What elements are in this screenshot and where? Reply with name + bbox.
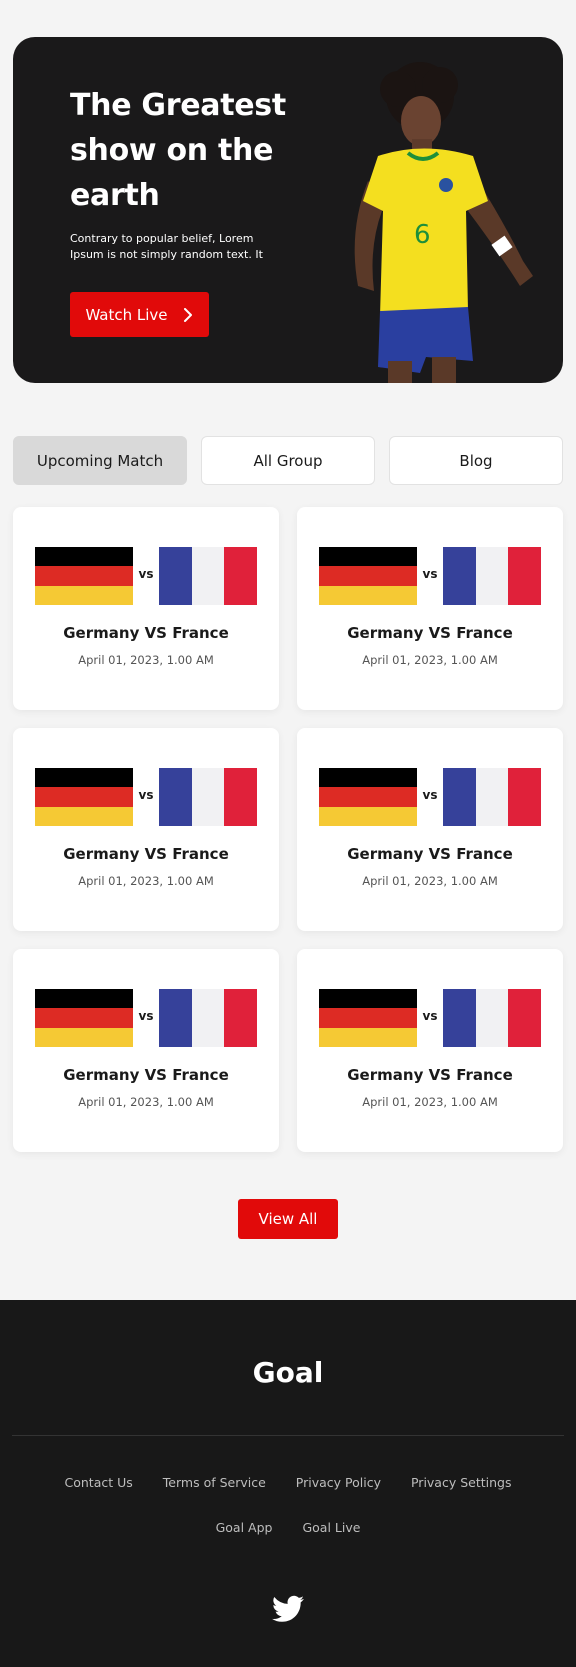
match-title: Germany VS France [347, 624, 513, 642]
footer-links: Contact Us Terms of Service Privacy Poli… [0, 1475, 576, 1565]
match-card[interactable]: vs Germany VS France April 01, 2023, 1.0… [13, 507, 279, 710]
footer-link-goal-live[interactable]: Goal Live [302, 1520, 360, 1535]
match-date: April 01, 2023, 1.00 AM [362, 1095, 498, 1109]
vs-label: vs [422, 567, 438, 581]
germany-flag [35, 768, 133, 826]
vs-label: vs [138, 788, 154, 802]
match-title: Germany VS France [347, 1066, 513, 1084]
france-flag [159, 547, 258, 605]
watch-live-button[interactable]: Watch Live [70, 292, 209, 337]
match-title: Germany VS France [63, 1066, 229, 1084]
germany-flag [35, 989, 133, 1047]
germany-flag [319, 547, 417, 605]
match-tabs: Upcoming Match All Group Blog [13, 436, 563, 485]
match-card[interactable]: vs Germany VS France April 01, 2023, 1.0… [297, 507, 563, 710]
match-title: Germany VS France [347, 845, 513, 863]
match-title: Germany VS France [63, 845, 229, 863]
germany-flag [319, 989, 417, 1047]
footer-link-privacy-settings[interactable]: Privacy Settings [411, 1475, 512, 1490]
match-date: April 01, 2023, 1.00 AM [78, 653, 214, 667]
match-date: April 01, 2023, 1.00 AM [362, 874, 498, 888]
site-footer: Goal Contact Us Terms of Service Privacy… [0, 1300, 576, 1667]
footer-link-terms-of-service[interactable]: Terms of Service [163, 1475, 266, 1490]
footer-link-goal-app[interactable]: Goal App [216, 1520, 273, 1535]
twitter-icon[interactable] [272, 1595, 304, 1623]
hero-description: Contrary to popular belief, Lorem Ipsum … [70, 232, 272, 266]
germany-flag [35, 547, 133, 605]
view-all-button[interactable]: View All [238, 1199, 338, 1239]
tab-blog[interactable]: Blog [389, 436, 563, 485]
match-card[interactable]: vs Germany VS France April 01, 2023, 1.0… [297, 728, 563, 931]
footer-link-contact-us[interactable]: Contact Us [65, 1475, 133, 1490]
france-flag [443, 768, 542, 826]
hero-title: The Greatest show on the earth [70, 88, 286, 213]
watch-live-label: Watch Live [85, 305, 168, 324]
match-date: April 01, 2023, 1.00 AM [78, 1095, 214, 1109]
footer-logo[interactable]: Goal [0, 1356, 576, 1389]
vs-label: vs [138, 1009, 154, 1023]
tab-upcoming-match[interactable]: Upcoming Match [13, 436, 187, 485]
svg-text:6: 6 [414, 220, 431, 250]
france-flag [443, 989, 542, 1047]
match-card[interactable]: vs Germany VS France April 01, 2023, 1.0… [13, 949, 279, 1152]
match-card[interactable]: vs Germany VS France April 01, 2023, 1.0… [297, 949, 563, 1152]
france-flag [159, 989, 258, 1047]
vs-label: vs [138, 567, 154, 581]
tab-all-group[interactable]: All Group [201, 436, 375, 485]
chevron-right-icon [183, 307, 192, 322]
footer-divider [12, 1435, 564, 1436]
france-flag [443, 547, 542, 605]
match-title: Germany VS France [63, 624, 229, 642]
vs-label: vs [422, 788, 438, 802]
vs-label: vs [422, 1009, 438, 1023]
germany-flag [319, 768, 417, 826]
match-card[interactable]: vs Germany VS France April 01, 2023, 1.0… [13, 728, 279, 931]
footer-link-privacy-policy[interactable]: Privacy Policy [296, 1475, 381, 1490]
match-date: April 01, 2023, 1.00 AM [78, 874, 214, 888]
football-player-image: 6 [354, 62, 533, 383]
hero-banner: The Greatest show on the earth Contrary … [13, 37, 563, 383]
match-date: April 01, 2023, 1.00 AM [362, 653, 498, 667]
france-flag [159, 768, 258, 826]
